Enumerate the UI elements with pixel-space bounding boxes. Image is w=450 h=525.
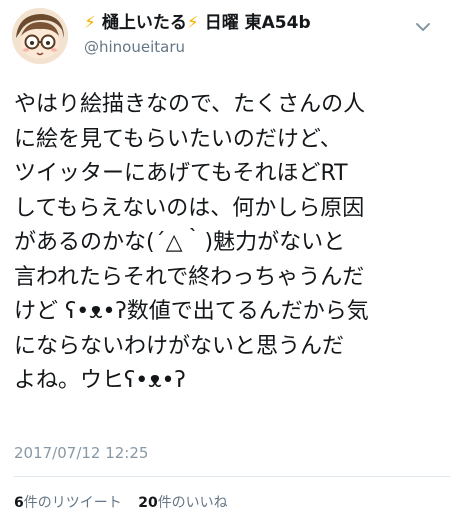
tweet-stats: 6件のリツイート 20件のいいね xyxy=(14,493,240,513)
author-name-suffix: 日曜 東A54b xyxy=(204,13,311,33)
retweets-stat[interactable]: 6件のリツイート xyxy=(14,493,122,513)
retweets-count: 6 xyxy=(14,495,24,511)
tweet-header: ⚡ 樋上いたる⚡ 日曜 東A54b @hinoueitaru xyxy=(12,8,438,64)
likes-count: 20 xyxy=(138,495,158,511)
avatar[interactable] xyxy=(12,8,68,64)
author-handle[interactable]: @hinoueitaru xyxy=(84,36,384,58)
tweet-menu-button[interactable] xyxy=(412,16,434,38)
likes-stat[interactable]: 20件のいいね xyxy=(138,493,227,513)
chevron-down-icon xyxy=(416,23,430,31)
display-name[interactable]: ⚡ 樋上いたる⚡ 日曜 東A54b xyxy=(84,12,384,34)
tweet-timestamp[interactable]: 2017/07/12 12:25 xyxy=(14,443,148,463)
avatar-illustration xyxy=(12,8,68,64)
tweet-author[interactable]: ⚡ 樋上いたる⚡ 日曜 東A54b @hinoueitaru xyxy=(84,12,384,58)
author-name: 樋上いたる xyxy=(101,13,187,33)
lightning-icon: ⚡ xyxy=(186,13,199,33)
tweet-card: ⚡ 樋上いたる⚡ 日曜 東A54b @hinoueitaru やはり絵描きなので… xyxy=(0,0,450,525)
tweet-text: やはり絵描きなので、たくさんの人 に絵を見てもらいたいのだけど、 ツイッターにあ… xyxy=(14,92,369,393)
likes-label: 件のいいね xyxy=(157,495,228,511)
lightning-icon: ⚡ xyxy=(84,13,96,33)
divider xyxy=(14,476,450,477)
retweets-label: 件のリツイート xyxy=(23,495,122,511)
